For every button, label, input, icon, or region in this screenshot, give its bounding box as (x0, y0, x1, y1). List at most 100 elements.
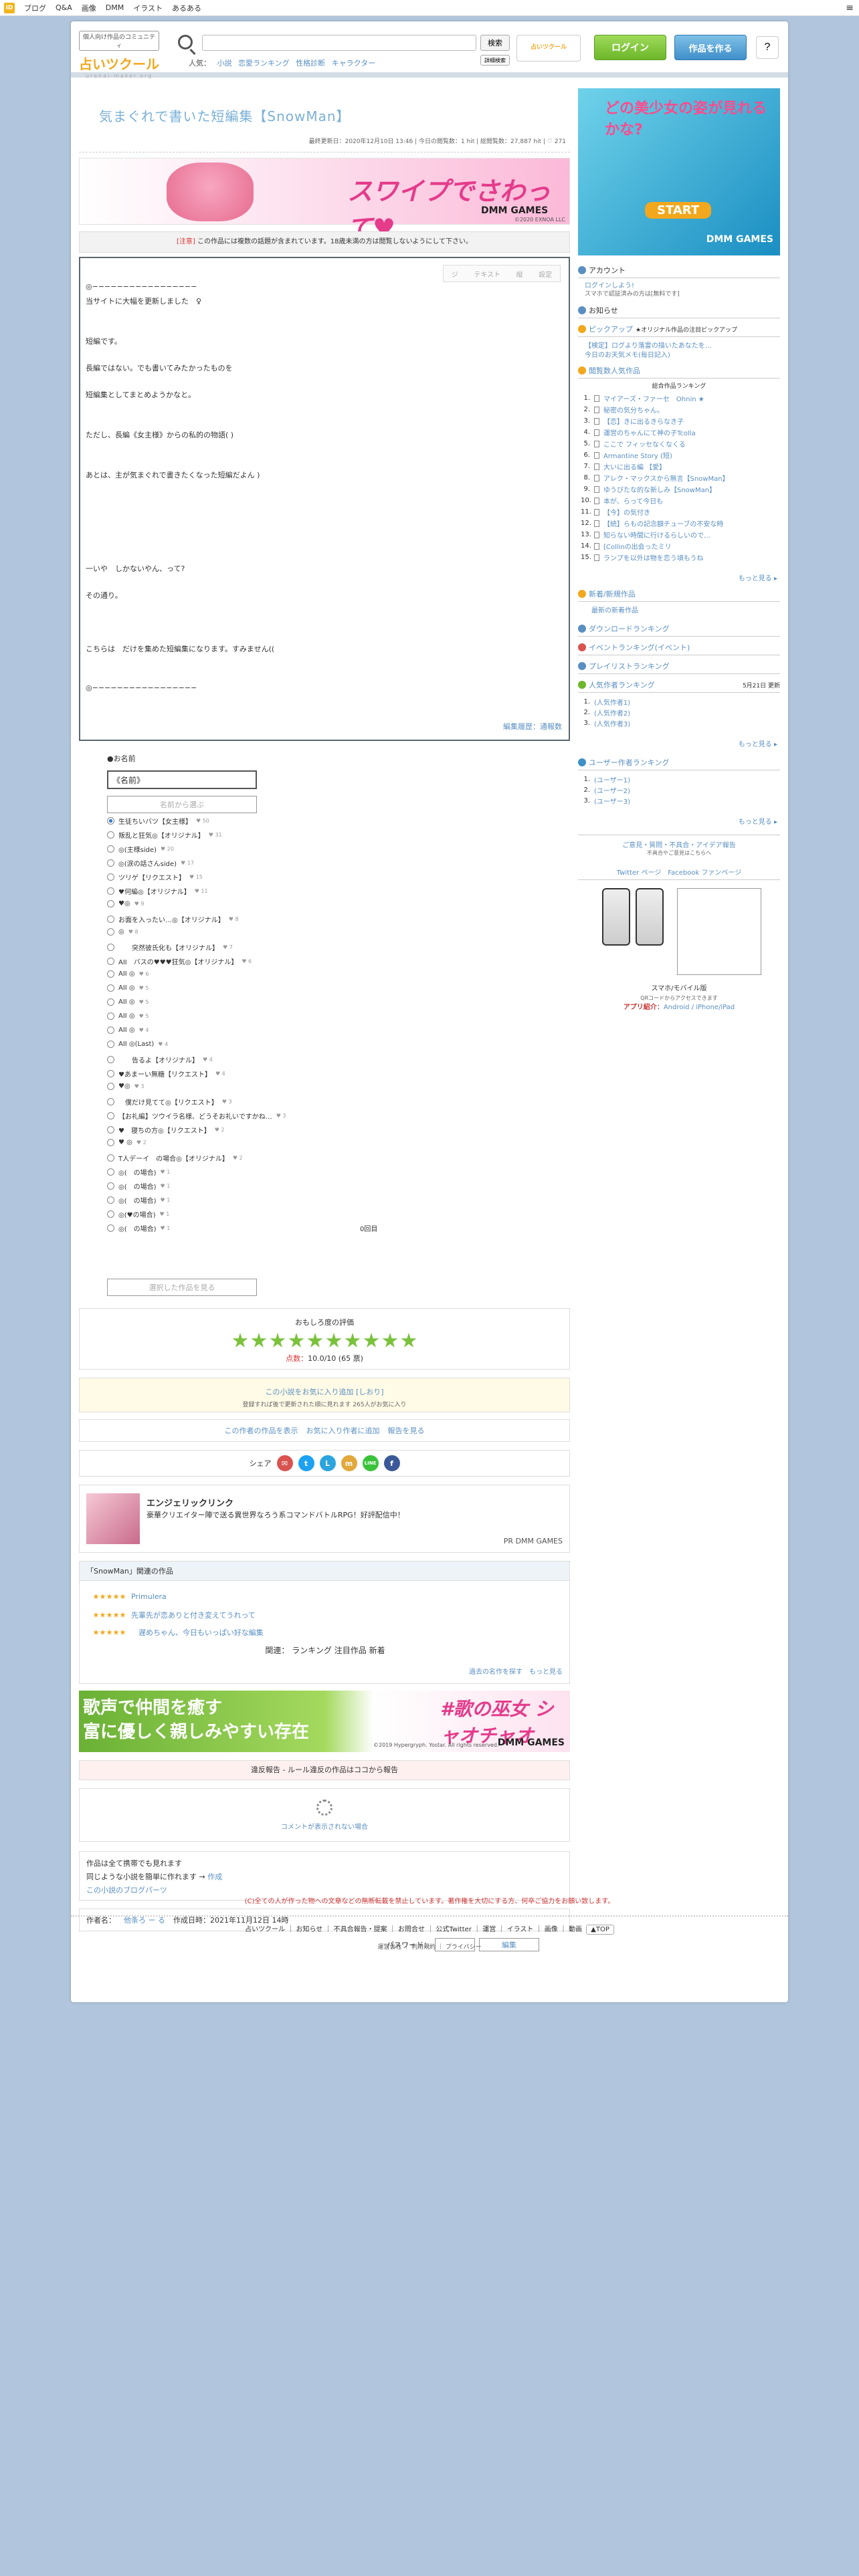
radio-button[interactable] (107, 1012, 114, 1020)
user-link[interactable]: (人気作者1) (594, 697, 630, 707)
related-item[interactable]: Primulera (93, 1592, 167, 1601)
radio-button[interactable] (107, 1210, 114, 1218)
vote-option[interactable]: AII ◎ ♥ 5 (107, 1012, 149, 1020)
star-icon[interactable] (288, 1333, 304, 1348)
ranking-item[interactable]: 14. [Collinの出会ったミリ (581, 541, 672, 551)
star-icon[interactable] (382, 1333, 398, 1348)
related-link[interactable]: 遅めちゃん、今日もいっぱい好な編集 (131, 1627, 264, 1638)
vote-option[interactable]: ♥ ◎ ♥ 2 (107, 1139, 147, 1146)
vote-option[interactable]: ♥ 寝ちの方◎【リクエスト】 ♥ 2 (107, 1125, 225, 1135)
radio-button[interactable] (107, 944, 114, 951)
top-ad-banner[interactable]: スワイプでさわって♥ DMM GAMES ©2020 EXNOA LLC (79, 158, 570, 243)
hamburger-menu-icon[interactable]: ≡ (846, 3, 854, 13)
event-heading-text[interactable]: イベントランキング(イベント) (589, 642, 690, 653)
download-heading-text[interactable]: ダウンロードランキング (589, 623, 670, 634)
radio-button[interactable] (107, 916, 114, 923)
ranking-link[interactable]: ゆうびたな的な新しみ【SnowMan】 (603, 484, 716, 494)
radio-button[interactable] (107, 1182, 114, 1190)
report-link[interactable]: 報告を見る (388, 1425, 425, 1436)
user-link[interactable]: (人気作者3) (594, 718, 630, 728)
user2-item[interactable]: 3. (ユーザー3) (581, 796, 630, 806)
help-icon[interactable]: ? (756, 36, 779, 59)
star-icon[interactable] (270, 1333, 286, 1348)
vote-option[interactable]: ◎( の場合) ♥ 1 (107, 1181, 170, 1191)
ranking-item[interactable]: 7. 大いに出る編 【愛】 (581, 461, 666, 471)
footer-link[interactable]: お問合せ (398, 1926, 425, 1933)
user-item[interactable]: 3. (人気作者3) (581, 718, 630, 728)
company-link[interactable]: 運営会社 (377, 1944, 401, 1951)
footer-link[interactable]: 公式Twitter (436, 1926, 472, 1933)
radio-button[interactable] (107, 831, 114, 839)
nav-qa[interactable]: Q&A (56, 3, 72, 12)
featured-link[interactable]: 注目作品 (335, 1646, 367, 1655)
create-work-button[interactable]: 作品を作る (674, 35, 747, 60)
tool-settings[interactable]: 設定 (539, 269, 552, 279)
vote-option[interactable]: ♥あまーい無糖【リクエスト】 ♥ 4 (107, 1069, 225, 1079)
related-link[interactable]: 先輩先が恋ありと付き変えてうれって (131, 1610, 256, 1620)
search-button[interactable]: 検索 (480, 35, 510, 51)
radio-button[interactable] (107, 1126, 114, 1134)
ranking-link[interactable]: 大いに出る編 【愛】 (603, 461, 666, 471)
popular-love[interactable]: 恋愛ランキング (238, 59, 290, 68)
ranking-item[interactable]: 1. マイアーズ・ファーセ Ohnin ★ (581, 393, 704, 403)
vote-option[interactable]: 告るよ【オリジナル】 ♥ 4 (107, 1055, 213, 1065)
footer-link[interactable]: 占いツクール (245, 1926, 285, 1933)
ranking-link[interactable]: [Collinの出会ったミリ (603, 541, 672, 551)
rule-box[interactable]: 違反報告 - ルール違反の作品はココから報告 (79, 1760, 570, 1780)
ranking-link[interactable]: マイアーズ・ファーセ Ohnin ★ (603, 393, 704, 403)
user-item[interactable]: 1. (人気作者1) (581, 697, 630, 707)
facebook-link[interactable]: Facebook ファンページ (668, 869, 741, 877)
vote-option[interactable]: ♥◎ ♥ 9 (107, 900, 145, 907)
rating-stars[interactable] (80, 1333, 569, 1349)
radio-button[interactable] (107, 1027, 114, 1034)
related-item[interactable]: 遅めちゃん、今日もいっぱい好な編集 (93, 1627, 264, 1638)
ranking-more-link[interactable]: もっと見る ▸ (739, 572, 777, 582)
ranking-link[interactable]: Armantine Story (短) (603, 450, 672, 460)
footer-link[interactable]: お知らせ (296, 1926, 323, 1933)
ranking-item[interactable]: 6. Armantine Story (短) (581, 450, 672, 460)
nav-illust[interactable]: イラスト (133, 3, 163, 13)
new-link[interactable]: 新着 (369, 1646, 385, 1655)
vote-option[interactable]: ツリゲ【リクエスト】 ♥ 15 (107, 872, 203, 882)
ranking-link[interactable]: 秘密の気分ちゃん。 (603, 405, 664, 415)
star-icon[interactable] (251, 1333, 267, 1348)
pickup-link-1[interactable]: 【検定】ログより落雷の描いたあなたを… (585, 340, 712, 350)
radio-button[interactable] (107, 1083, 114, 1090)
side-ad-banner[interactable]: どの美少女の姿が見れるかな? START DMM GAMES (578, 88, 780, 255)
radio-button[interactable] (107, 998, 114, 1006)
mid-ad-banner[interactable]: 歌声で仲間を癒す 富に優しく親しみやすい存在 #歌の巫女 シャオチャオ ©2019… (79, 1691, 570, 1752)
radio-button[interactable] (107, 817, 114, 825)
twitter-link[interactable]: Twitter ページ (617, 869, 662, 877)
search-input[interactable] (202, 35, 476, 51)
user2-link[interactable]: (ユーザー2) (594, 785, 630, 795)
radio-button[interactable] (107, 1070, 114, 1077)
radio-button[interactable] (107, 928, 114, 936)
footer-link[interactable]: 動画 (569, 1926, 582, 1933)
footer-link[interactable]: 画像 (545, 1926, 558, 1933)
site-logo[interactable]: 個人向け作品のコミュニティ 占いツクール uranai-maker.org (79, 31, 159, 79)
radio-button[interactable] (107, 859, 114, 867)
vote-option[interactable]: ◎( の場合) ♥ 1 (107, 1167, 170, 1177)
favorite-box[interactable]: この小説をお気に入り追加 [しおり] 登録すれば後で更新された順に見れます 26… (79, 1378, 570, 1412)
ranking-item[interactable]: 12. 【続】らもの記念額チューブの不安な時 (581, 518, 723, 528)
radio-button[interactable] (107, 1224, 114, 1232)
ranking-item[interactable]: 9. ゆうびたな的な新しみ【SnowMan】 (581, 484, 716, 494)
favorite-link[interactable]: この小説をお気に入り追加 [しおり] (80, 1386, 569, 1397)
page-top-button[interactable]: ▲TOP (586, 1925, 614, 1935)
author-works-link[interactable]: この作者の作品を表示 (225, 1425, 298, 1436)
radio-button[interactable] (107, 1098, 114, 1105)
ranking-link[interactable]: 知らない時間に行けるらしいので… (603, 530, 710, 540)
vote-option[interactable]: ♥◎ ♥ 3 (107, 1083, 145, 1090)
footer-link[interactable]: イラスト (507, 1926, 534, 1933)
related-more-link[interactable]: もっと見る (529, 1669, 563, 1676)
popular-personality[interactable]: 性格診断 (296, 59, 325, 68)
radio-button[interactable] (107, 887, 114, 895)
vote-option[interactable]: ◎(涙の話さんside) ♥ 17 (107, 858, 194, 868)
ranking-item[interactable]: 5. ここで フィッセなくなくる (581, 439, 685, 449)
ranking-item[interactable]: 13. 知らない時間に行けるらしいので… (581, 530, 710, 540)
ranking-item[interactable]: 2. 秘密の気分ちゃん。 (581, 405, 664, 415)
login-link[interactable]: ログインしよう! (585, 280, 634, 290)
nav-blog[interactable]: ブログ (24, 3, 46, 13)
playlist-heading-text[interactable]: プレイリストランキング (589, 661, 670, 671)
radio-button[interactable] (107, 1041, 114, 1048)
